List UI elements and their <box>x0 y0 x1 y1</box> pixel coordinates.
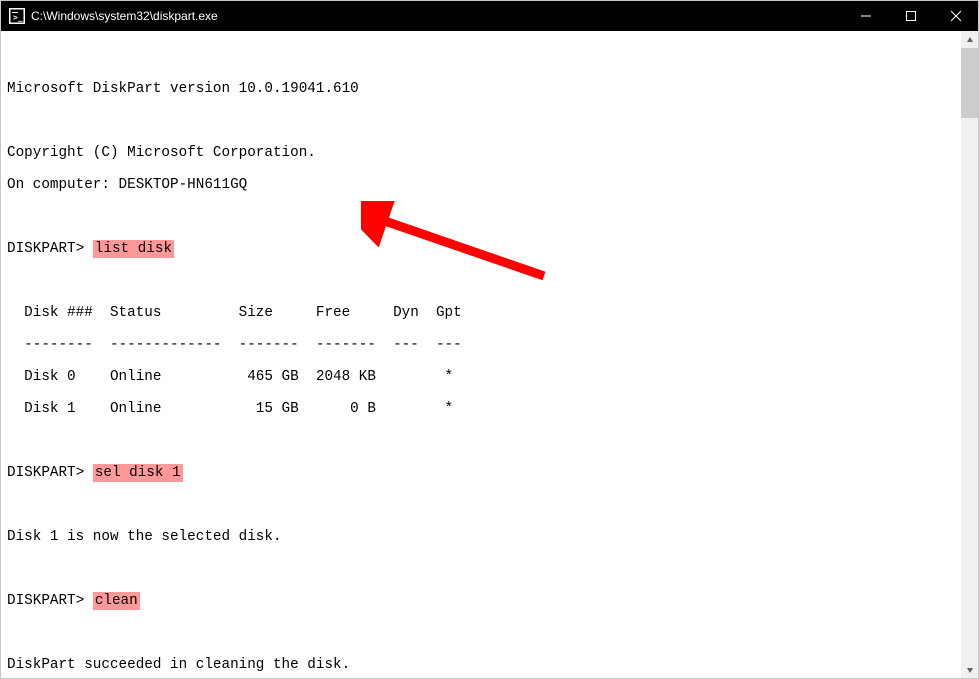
prompt-line: DISKPART> list disk <box>7 241 955 257</box>
close-button[interactable] <box>933 1 978 31</box>
scrollbar-up-button[interactable] <box>961 31 978 48</box>
cmd-highlight: clean <box>93 592 140 610</box>
maximize-button[interactable] <box>888 1 933 31</box>
svg-text:>_: >_ <box>13 13 23 22</box>
scrollbar[interactable] <box>961 31 978 678</box>
output-line: Disk 1 is now the selected disk. <box>7 529 955 545</box>
scrollbar-thumb[interactable] <box>961 48 978 118</box>
titlebar-controls <box>843 1 978 31</box>
output-line: Microsoft DiskPart version 10.0.19041.61… <box>7 81 955 97</box>
scrollbar-down-button[interactable] <box>961 661 978 678</box>
table-divider: -------- ------------- ------- ------- -… <box>7 337 955 353</box>
window-title: C:\Windows\system32\diskpart.exe <box>31 9 843 23</box>
prompt-line: DISKPART> clean <box>7 593 955 609</box>
terminal-outer: Microsoft DiskPart version 10.0.19041.61… <box>1 31 978 678</box>
terminal-content[interactable]: Microsoft DiskPart version 10.0.19041.61… <box>1 31 961 678</box>
prompt-line: DISKPART> sel disk 1 <box>7 465 955 481</box>
table-row: Disk 1 Online 15 GB 0 B * <box>7 401 955 417</box>
table-header: Disk ### Status Size Free Dyn Gpt <box>7 305 955 321</box>
app-icon: >_ <box>9 8 25 24</box>
cmd-highlight: list disk <box>93 240 174 258</box>
output-line: On computer: DESKTOP-HN611GQ <box>7 177 955 193</box>
output-line: DiskPart succeeded in cleaning the disk. <box>7 657 955 673</box>
titlebar: >_ C:\Windows\system32\diskpart.exe <box>1 1 978 31</box>
minimize-button[interactable] <box>843 1 888 31</box>
cmd-highlight: sel disk 1 <box>93 464 183 482</box>
output-line: Copyright (C) Microsoft Corporation. <box>7 145 955 161</box>
table-row: Disk 0 Online 465 GB 2048 KB * <box>7 369 955 385</box>
